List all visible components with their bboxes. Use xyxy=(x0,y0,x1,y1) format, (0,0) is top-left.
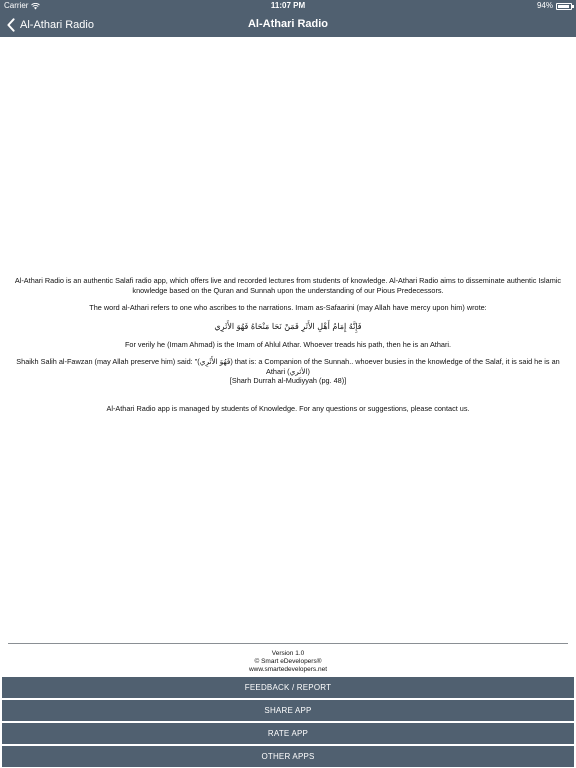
managed-by-paragraph: Al-Athari Radio app is managed by studen… xyxy=(106,403,470,413)
intro-paragraph: Al-Athari Radio is an authentic Salafi r… xyxy=(14,276,562,295)
arabic-verse: فَإِنَّهُ إِمَامُ أَهْلِ الأَثَرِ فَمَنْ… xyxy=(214,321,362,331)
version-label: Version 1.0 xyxy=(271,650,305,657)
about-text: Al-Athari Radio is an authentic Salafi r… xyxy=(8,276,568,413)
rate-app-button[interactable]: RATE APP xyxy=(2,723,574,744)
other-apps-button[interactable]: OTHER APPS xyxy=(2,746,574,767)
feedback-report-button[interactable]: FEEDBACK / REPORT xyxy=(2,677,574,698)
status-bar: Carrier 11:07 PM 94% xyxy=(0,0,576,12)
status-time: 11:07 PM xyxy=(270,1,306,10)
battery-indicator: 94% xyxy=(536,0,574,12)
fawzan-quote: Shaikh Salih al-Fawzan (may Allah preser… xyxy=(16,357,560,376)
navigation-bar: Al-Athari Radio Al-Athari Radio xyxy=(0,12,576,37)
share-app-button[interactable]: SHARE APP xyxy=(2,700,574,721)
citation: [Sharh Durrah al-Mudiyyah (pg. 48)] xyxy=(229,376,347,385)
copyright-label: © Smart eDevelopers® xyxy=(254,658,322,665)
version-info: Version 1.0 © Smart eDevelopers® www.sma… xyxy=(0,650,576,674)
website-link[interactable]: www.smartedevelopers.net xyxy=(0,666,576,674)
battery-percent: 94% xyxy=(536,1,553,10)
footer-divider xyxy=(8,643,568,644)
translation-paragraph: For verily he (Imam Ahmad) is the Imam o… xyxy=(124,339,452,349)
page-title: Al-Athari Radio xyxy=(247,18,329,30)
definition-paragraph: The word al-Athari refers to one who asc… xyxy=(89,303,487,312)
battery-icon xyxy=(556,2,574,10)
